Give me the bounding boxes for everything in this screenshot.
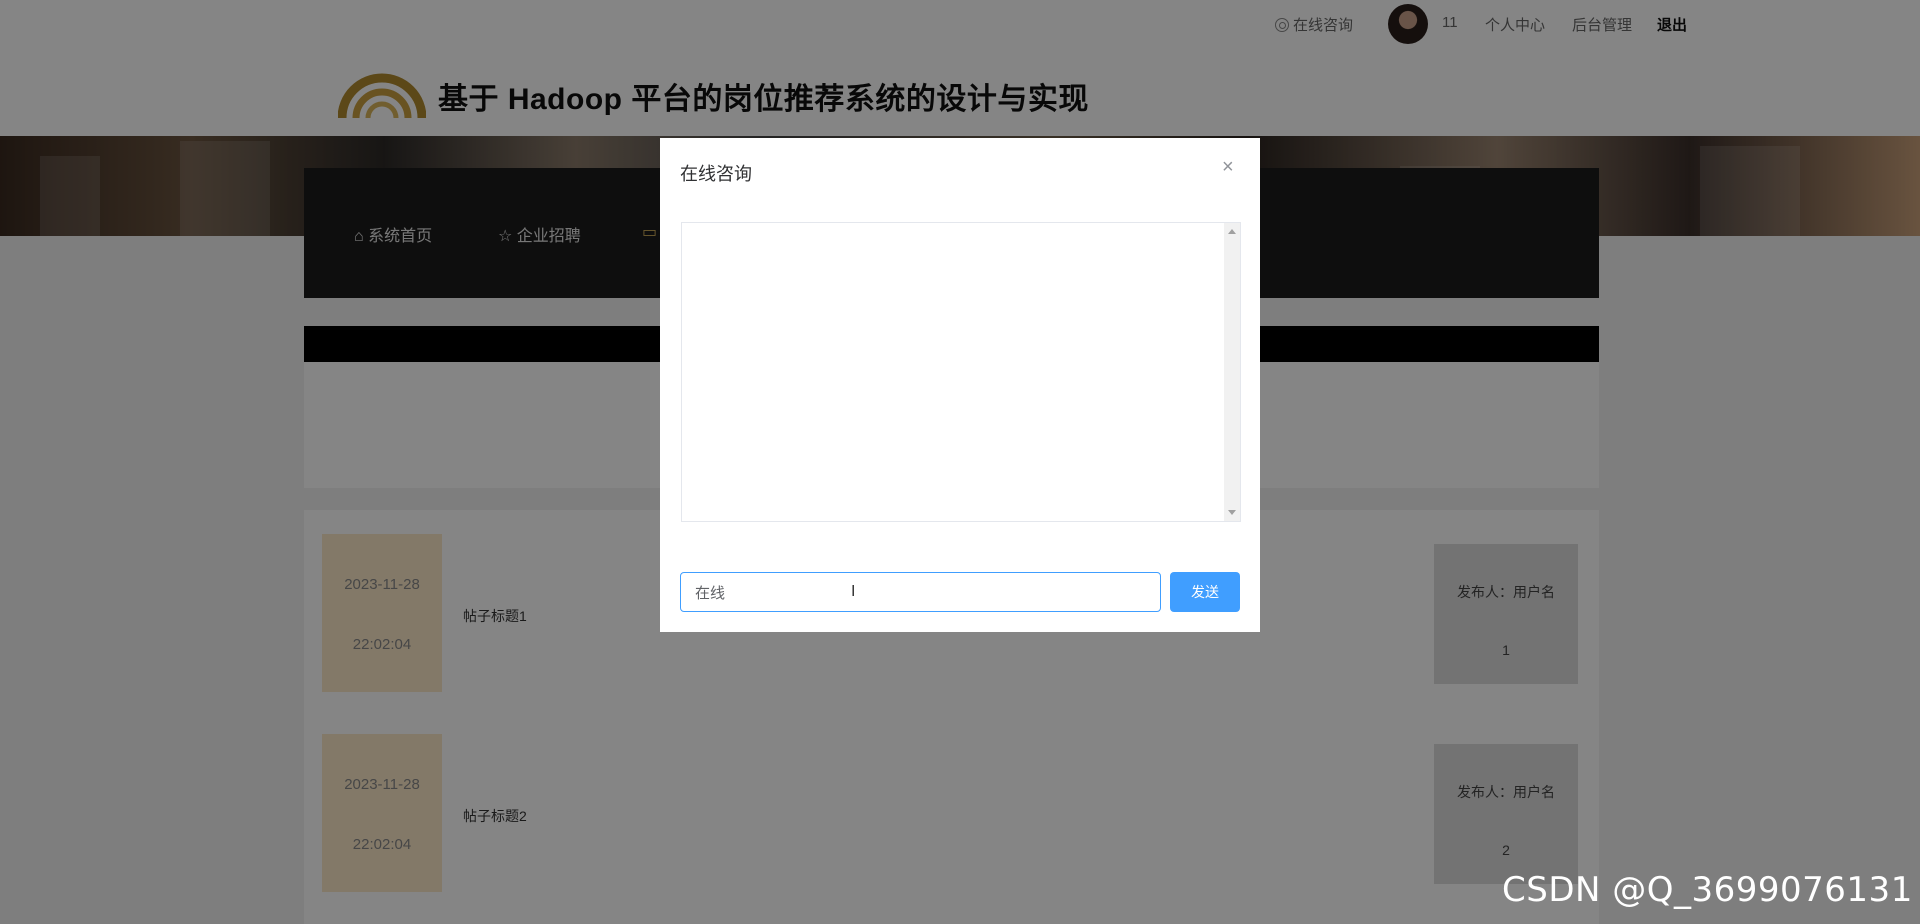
scroll-down-icon[interactable]: [1228, 510, 1236, 515]
dialog-title: 在线咨询: [680, 164, 752, 184]
online-consult-dialog: 在线咨询 × I 发送: [660, 138, 1260, 632]
scrollbar[interactable]: [1224, 223, 1240, 521]
scroll-up-icon[interactable]: [1228, 229, 1236, 234]
send-button[interactable]: 发送: [1170, 572, 1240, 612]
text-cursor-icon: I: [851, 583, 856, 600]
message-input[interactable]: [695, 582, 1135, 602]
message-input-wrapper: I: [680, 572, 1161, 612]
watermark: CSDN @Q_3699076131: [1502, 870, 1913, 910]
close-icon[interactable]: ×: [1222, 156, 1234, 179]
message-area[interactable]: [681, 222, 1241, 522]
